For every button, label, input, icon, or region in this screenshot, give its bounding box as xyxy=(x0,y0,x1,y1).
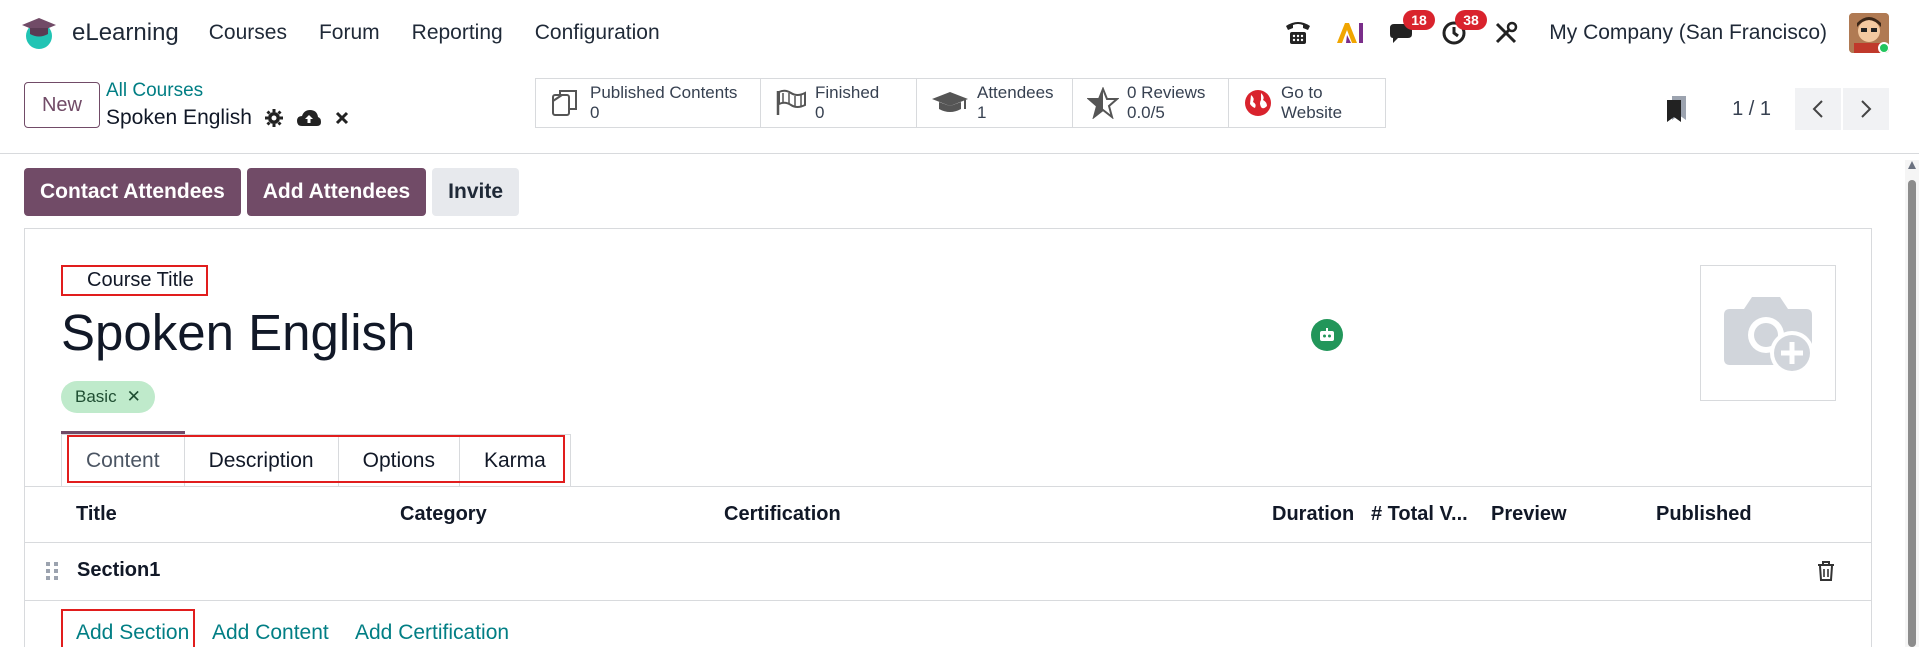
online-status-dot xyxy=(1878,42,1889,53)
menu-forum[interactable]: Forum xyxy=(319,21,380,45)
course-image-upload[interactable] xyxy=(1700,265,1836,401)
drag-handle-icon[interactable] xyxy=(45,561,59,581)
main-menu: Courses Forum Reporting Configuration xyxy=(209,21,692,45)
column-published[interactable]: Published xyxy=(1656,503,1752,526)
robot-icon[interactable] xyxy=(1311,319,1343,351)
add-section-highlight-box xyxy=(61,609,195,647)
section-title: Section1 xyxy=(77,559,161,581)
company-switcher[interactable]: My Company (San Francisco) xyxy=(1549,21,1827,45)
tools-icon[interactable] xyxy=(1489,16,1523,50)
reviews-button[interactable]: 0 Reviews 0.0/5 xyxy=(1073,79,1229,127)
cloud-upload-icon[interactable] xyxy=(296,108,322,128)
app-name: eLearning xyxy=(72,19,179,46)
tabs-highlight-box xyxy=(67,435,565,483)
column-title[interactable]: Title xyxy=(76,503,117,526)
invite-button[interactable]: Invite xyxy=(432,168,520,216)
add-content-link[interactable]: Add Content xyxy=(212,621,329,645)
column-certification[interactable]: Certification xyxy=(724,503,841,526)
top-navbar: eLearning Courses Forum Reporting Config… xyxy=(0,0,1919,66)
column-preview[interactable]: Preview xyxy=(1491,503,1567,526)
column-duration[interactable]: Duration xyxy=(1272,503,1354,526)
tag-label: Basic xyxy=(75,387,117,406)
discard-close-icon[interactable] xyxy=(334,110,350,126)
star-icon xyxy=(1087,87,1119,119)
attendees-value: 1 xyxy=(977,103,987,122)
website-label: Website xyxy=(1281,103,1343,122)
scrollbar-thumb[interactable] xyxy=(1908,180,1916,647)
elearning-logo-icon xyxy=(22,18,56,49)
new-button[interactable]: New xyxy=(24,82,100,128)
column-total-views[interactable]: # Total V... xyxy=(1371,503,1468,526)
reviews-value: 0.0/5 xyxy=(1127,103,1165,122)
systray: 18 38 My Company (San Francisco) xyxy=(1281,0,1919,66)
trash-icon[interactable] xyxy=(1817,561,1835,581)
published-contents-button[interactable]: Published Contents 0 xyxy=(536,79,761,127)
contact-attendees-button[interactable]: Contact Attendees xyxy=(24,168,241,216)
phone-icon[interactable] xyxy=(1281,16,1315,50)
control-panel: New All Courses Spoken English Published… xyxy=(0,66,1919,154)
form-sheet: Course Title Spoken English Basic ✕ Cont… xyxy=(24,228,1872,647)
reviews-label: 0 Reviews xyxy=(1127,83,1206,102)
chat-icon[interactable]: 18 xyxy=(1385,10,1435,50)
graduation-cap-icon xyxy=(932,92,968,112)
published-contents-label: Published Contents xyxy=(590,83,738,102)
pager-value[interactable]: 1 / 1 xyxy=(1732,98,1771,121)
course-title-label: Course Title xyxy=(61,265,208,296)
copy-icon xyxy=(552,90,577,116)
tag-remove-icon[interactable]: ✕ xyxy=(127,387,141,407)
pager: 1 / 1 xyxy=(1664,88,1889,130)
pager-previous-button[interactable] xyxy=(1795,88,1841,130)
breadcrumb-all-courses[interactable]: All Courses xyxy=(106,80,203,102)
course-title-field[interactable]: Spoken English xyxy=(61,303,415,362)
gear-icon[interactable] xyxy=(264,108,284,128)
finished-label: Finished xyxy=(815,83,880,102)
published-contents-value: 0 xyxy=(590,103,600,122)
ai-icon[interactable] xyxy=(1333,16,1367,50)
activity-clock-icon[interactable]: 38 xyxy=(1437,10,1487,50)
add-certification-link[interactable]: Add Certification xyxy=(355,621,509,645)
menu-courses[interactable]: Courses xyxy=(209,21,287,45)
bookmark-icon[interactable] xyxy=(1664,94,1688,124)
chevron-left-icon xyxy=(1812,100,1823,118)
table-row[interactable]: Section1 xyxy=(25,543,1871,601)
pager-next-button[interactable] xyxy=(1843,88,1889,130)
scroll-up-arrow-icon[interactable] xyxy=(1908,161,1916,169)
table-actions: Add Section Add Content Add Certificatio… xyxy=(25,601,1871,647)
breadcrumb-current-label: Spoken English xyxy=(106,106,252,129)
camera-plus-icon xyxy=(1724,297,1814,375)
user-avatar[interactable] xyxy=(1849,13,1889,53)
menu-configuration[interactable]: Configuration xyxy=(535,21,660,45)
chat-badge: 18 xyxy=(1403,10,1435,30)
menu-reporting[interactable]: Reporting xyxy=(412,21,503,45)
finished-value: 0 xyxy=(815,103,825,122)
attendees-button[interactable]: Attendees 1 xyxy=(917,79,1073,127)
activity-badge: 38 xyxy=(1455,10,1487,30)
finished-button[interactable]: Finished 0 xyxy=(761,79,917,127)
smart-buttons: Published Contents 0 Finished 0 Attendees 1… xyxy=(535,78,1386,128)
globe-icon xyxy=(1245,90,1271,116)
app-brand[interactable]: eLearning xyxy=(20,14,179,52)
content-table-header: Title Category Certification Duration # … xyxy=(25,487,1871,543)
attendees-label: Attendees xyxy=(977,83,1054,102)
column-category[interactable]: Category xyxy=(400,503,487,526)
breadcrumb-current: Spoken English xyxy=(106,106,350,130)
flag-icon xyxy=(776,89,806,115)
form-statusbar: Contact Attendees Add Attendees Invite xyxy=(24,168,520,216)
chevron-right-icon xyxy=(1861,100,1872,118)
add-attendees-button[interactable]: Add Attendees xyxy=(246,168,427,216)
go-to-label: Go to xyxy=(1281,83,1323,102)
go-to-website-button[interactable]: Go to Website xyxy=(1229,79,1385,127)
tag-basic: Basic ✕ xyxy=(61,381,155,413)
